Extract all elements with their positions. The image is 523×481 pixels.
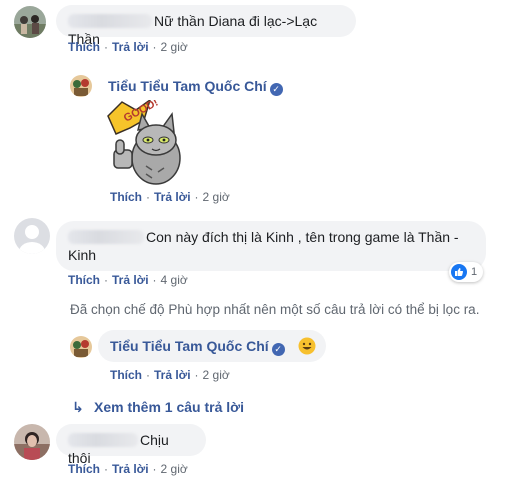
default-avatar-icon[interactable] bbox=[14, 218, 50, 254]
like-link[interactable]: Thích bbox=[110, 368, 142, 382]
verified-badge-icon: ✓ bbox=[269, 83, 283, 96]
reply-actions: Thích · Trả lời · 2 giờ bbox=[110, 190, 230, 204]
comment-bubble: Con này đích thị là Kinh , tên trong gam… bbox=[56, 221, 486, 271]
like-link[interactable]: Thích bbox=[68, 40, 100, 54]
timestamp[interactable]: 2 giờ bbox=[161, 462, 188, 476]
like-link[interactable]: Thích bbox=[110, 190, 142, 204]
reply-link[interactable]: Trả lời bbox=[154, 368, 191, 382]
reply-author-name[interactable]: Tiểu Tiểu Tam Quốc Chí bbox=[110, 338, 269, 354]
timestamp[interactable]: 4 giờ bbox=[161, 273, 188, 287]
comment-bubble: Chịu thôi bbox=[56, 424, 206, 466]
comment-actions: Thích · Trả lời · 2 giờ bbox=[68, 462, 188, 476]
avatar[interactable] bbox=[70, 75, 92, 97]
blurred-author-name[interactable] bbox=[68, 433, 138, 447]
grinning-face-icon bbox=[298, 337, 316, 355]
filter-notice: Đã chọn chế độ Phù hợp nhất nên một số c… bbox=[70, 302, 480, 317]
like-link[interactable]: Thích bbox=[68, 462, 100, 476]
reaction-summary[interactable]: 1 bbox=[449, 262, 484, 282]
blurred-author-name[interactable] bbox=[68, 14, 152, 28]
sticker: GOOD! bbox=[100, 97, 190, 188]
reaction-count: 1 bbox=[471, 266, 478, 278]
reply-link[interactable]: Trả lời bbox=[112, 273, 149, 287]
comment-actions: Thích · Trả lời · 2 giờ bbox=[68, 40, 188, 54]
reply-actions: Thích · Trả lời · 2 giờ bbox=[110, 368, 230, 382]
reply-bubble: Tiểu Tiểu Tam Quốc Chí ✓ bbox=[98, 330, 326, 362]
view-more-replies-link[interactable]: ↳ Xem thêm 1 câu trả lời bbox=[72, 399, 244, 416]
reply-author-row: Tiểu Tiểu Tam Quốc Chí ✓ bbox=[108, 78, 283, 96]
avatar[interactable] bbox=[14, 424, 50, 460]
comment-text-line: Kinh bbox=[68, 247, 97, 263]
timestamp[interactable]: 2 giờ bbox=[161, 40, 188, 54]
like-link[interactable]: Thích bbox=[68, 273, 100, 287]
reply-arrow-icon: ↳ bbox=[72, 399, 84, 415]
avatar[interactable] bbox=[14, 6, 46, 38]
verified-badge-icon: ✓ bbox=[271, 343, 285, 356]
reply-link[interactable]: Trả lời bbox=[154, 190, 191, 204]
reply-link[interactable]: Trả lời bbox=[112, 40, 149, 54]
avatar[interactable] bbox=[70, 336, 92, 358]
comment-bubble: Nữ thần Diana đi lạc->Lạc Thần bbox=[56, 5, 356, 47]
blurred-author-name[interactable] bbox=[68, 230, 144, 244]
comment-actions: Thích · Trả lời · 4 giờ bbox=[68, 273, 188, 287]
like-reaction-icon bbox=[451, 264, 467, 280]
timestamp[interactable]: 2 giờ bbox=[203, 368, 230, 382]
reply-author-name[interactable]: Tiểu Tiểu Tam Quốc Chí bbox=[108, 78, 267, 94]
timestamp[interactable]: 2 giờ bbox=[203, 190, 230, 204]
reply-link[interactable]: Trả lời bbox=[112, 462, 149, 476]
comment-text-line: Con này đích thị là Kinh , tên trong gam… bbox=[146, 229, 459, 245]
